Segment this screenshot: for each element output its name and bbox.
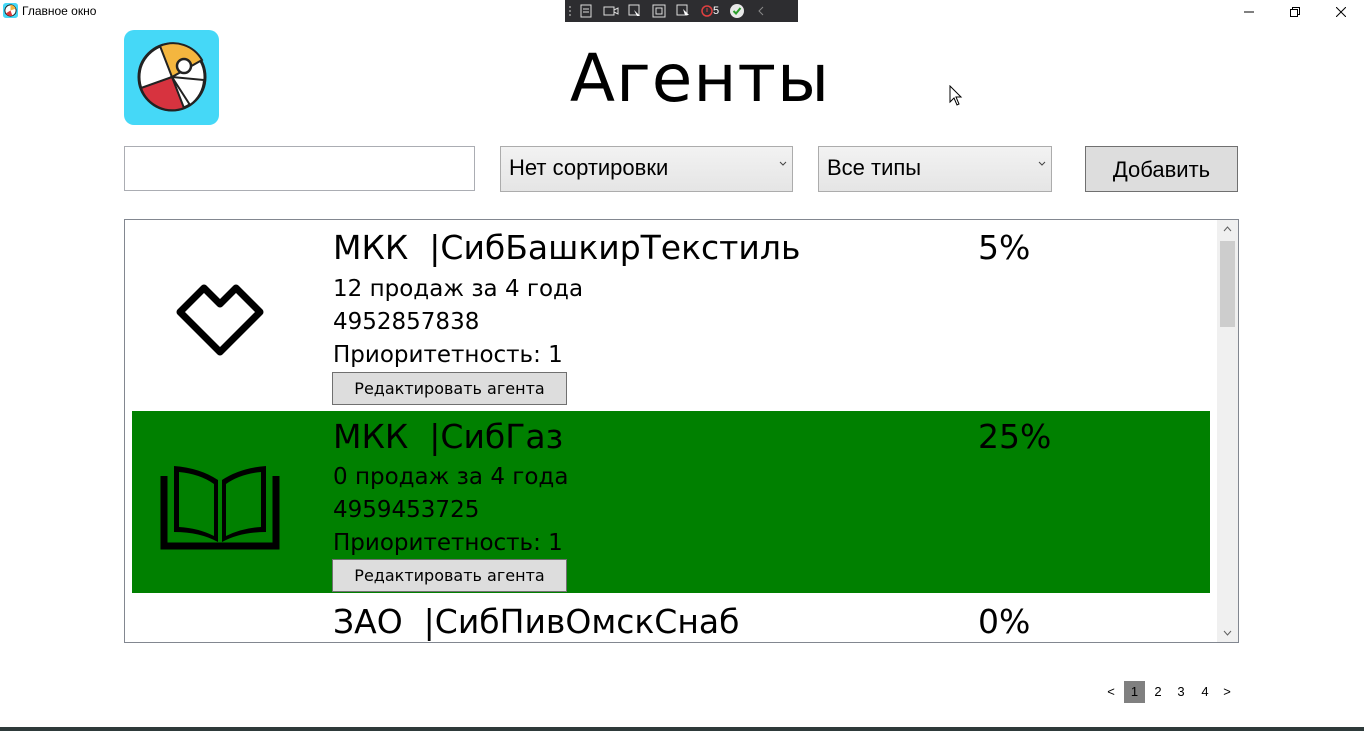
- layout-adorner-icon[interactable]: [647, 0, 671, 22]
- agent-name: МКК |СибБашкирТекстиль: [333, 228, 801, 267]
- agent-sales: 12 продаж за 4 года: [333, 276, 584, 302]
- agent-row[interactable]: ЗАО |СибПивОмскСнаб 0%: [132, 594, 1210, 642]
- page-3-button[interactable]: 3: [1171, 681, 1191, 703]
- sort-select[interactable]: Нет сортировки: [500, 146, 793, 192]
- search-input[interactable]: [124, 146, 475, 191]
- agent-row-highlighted[interactable]: МКК |СибГаз 25% 0 продаж за 4 года 49594…: [132, 411, 1210, 593]
- agent-priority: Приоритетность: 1: [333, 530, 563, 556]
- next-page-button[interactable]: >: [1220, 681, 1234, 703]
- beach-ball-icon: [137, 42, 207, 112]
- add-agent-button[interactable]: Добавить: [1085, 146, 1238, 192]
- window-title: Главное окно: [22, 4, 97, 18]
- agent-list[interactable]: МКК |СибБашкирТекстиль 5% 12 продаж за 4…: [124, 219, 1239, 643]
- scroll-up-button[interactable]: [1217, 220, 1238, 238]
- book-icon: [160, 466, 280, 550]
- agent-priority: Приоритетность: 1: [333, 342, 563, 368]
- type-select[interactable]: Все типы: [818, 146, 1052, 192]
- taskbar-edge: [0, 727, 1364, 731]
- agent-sales: 0 продаж за 4 года: [333, 464, 569, 490]
- close-button[interactable]: [1318, 0, 1364, 24]
- type-select-value: Все типы: [827, 155, 922, 180]
- list-scrollbar[interactable]: [1217, 220, 1238, 642]
- binding-failures-count: 5: [713, 5, 720, 17]
- agent-discount: 25%: [978, 417, 1052, 456]
- collapse-toolbar-icon[interactable]: [749, 0, 773, 22]
- page-4-button[interactable]: 4: [1195, 681, 1215, 703]
- agent-phone: 4952857838: [333, 309, 480, 335]
- edit-agent-button[interactable]: Редактировать агента: [332, 559, 567, 592]
- agent-name: ЗАО |СибПивОмскСнаб: [333, 602, 740, 641]
- scroll-thumb[interactable]: [1220, 241, 1235, 327]
- sort-select-value: Нет сортировки: [509, 155, 669, 180]
- mouse-cursor-icon: [949, 85, 963, 106]
- scroll-down-button[interactable]: [1217, 624, 1238, 642]
- select-element-icon[interactable]: [623, 0, 647, 22]
- agent-discount: 0%: [978, 602, 1031, 641]
- close-icon: [1336, 7, 1346, 17]
- agent-row[interactable]: МКК |СибБашкирТекстиль 5% 12 продаж за 4…: [132, 220, 1210, 410]
- heart-icon: [176, 284, 264, 356]
- live-tree-icon[interactable]: [575, 0, 599, 22]
- restore-button[interactable]: [1272, 0, 1318, 24]
- chevron-down-icon: [1038, 161, 1046, 166]
- minimize-icon: [1244, 11, 1254, 13]
- page-title: Агенты: [569, 40, 831, 117]
- debug-toolbar: 5: [565, 0, 798, 22]
- track-focus-icon[interactable]: [671, 0, 695, 22]
- app-icon: [3, 3, 18, 18]
- video-icon[interactable]: [599, 0, 623, 22]
- page-1-button[interactable]: 1: [1124, 681, 1145, 703]
- prev-page-button[interactable]: <: [1104, 681, 1118, 703]
- chevron-down-icon: [1223, 630, 1232, 636]
- check-icon[interactable]: [725, 0, 749, 22]
- agent-discount: 5%: [978, 228, 1031, 267]
- drag-handle-icon[interactable]: [565, 0, 575, 22]
- agent-phone: 4959453725: [333, 497, 480, 523]
- agent-name: МКК |СибГаз: [333, 417, 564, 456]
- chevron-up-icon: [1223, 226, 1232, 232]
- app-logo: [124, 30, 219, 125]
- minimize-button[interactable]: [1226, 0, 1272, 24]
- page-2-button[interactable]: 2: [1148, 681, 1168, 703]
- restore-icon: [1290, 7, 1300, 17]
- edit-agent-button[interactable]: Редактировать агента: [332, 372, 567, 405]
- chevron-down-icon: [779, 161, 787, 166]
